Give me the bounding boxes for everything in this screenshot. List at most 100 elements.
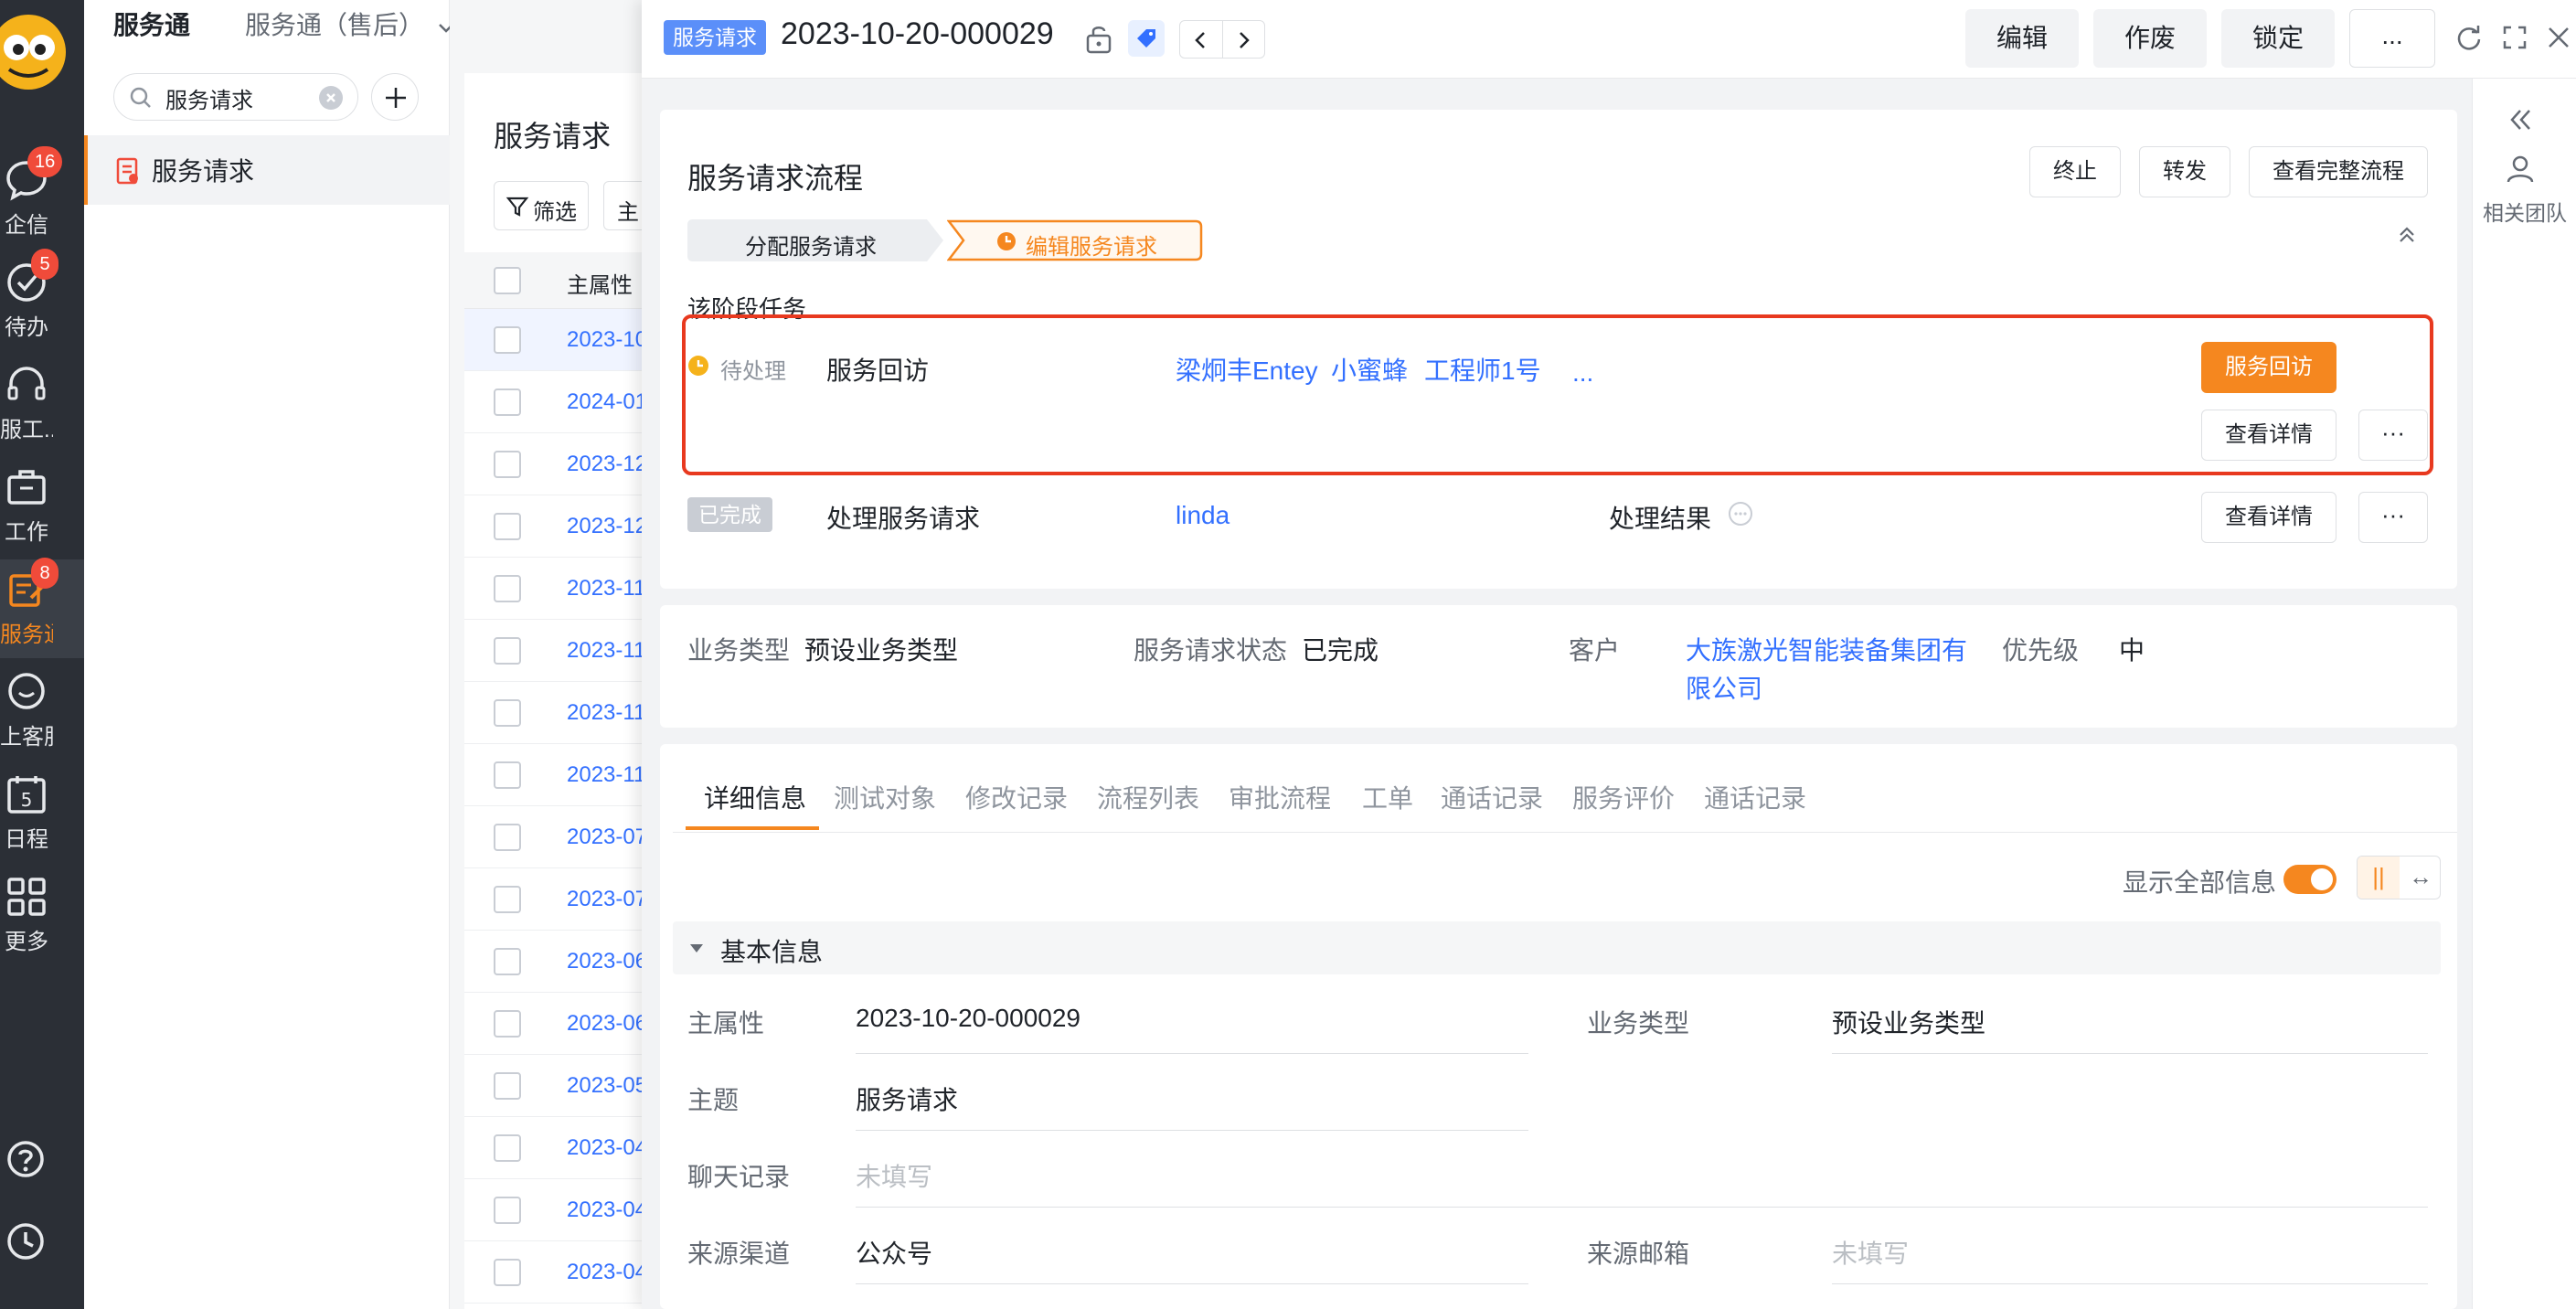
- chevron-right-icon[interactable]: [1233, 30, 1253, 50]
- rail-item-calendar[interactable]: 5 日程: [0, 764, 84, 863]
- more-actions-button[interactable]: ...: [2349, 9, 2435, 68]
- row-main-attr[interactable]: 2023-12: [567, 452, 647, 477]
- collapse-up-icon[interactable]: [2395, 223, 2419, 247]
- clear-search-button[interactable]: [319, 86, 343, 110]
- terminate-button[interactable]: 终止: [2029, 146, 2121, 197]
- row-main-attr[interactable]: 2023-11: [567, 576, 645, 601]
- assignee-link[interactable]: 工程师1号: [1424, 351, 1541, 388]
- tab-item[interactable]: 详细信息: [704, 779, 806, 815]
- task-more-button[interactable]: ···: [2358, 410, 2428, 461]
- tab-item[interactable]: 测试对象: [834, 779, 936, 815]
- tab-item[interactable]: 修改记录: [965, 779, 1068, 815]
- row-checkbox[interactable]: [494, 761, 521, 789]
- row-checkbox[interactable]: [494, 513, 521, 540]
- filter-button[interactable]: 筛选: [494, 181, 589, 230]
- refresh-icon[interactable]: [2455, 24, 2483, 51]
- rail-item-service[interactable]: 服工...: [0, 355, 84, 453]
- row-main-attr[interactable]: 2023-07: [567, 825, 647, 850]
- row-checkbox[interactable]: [494, 326, 521, 354]
- row-checkbox[interactable]: [494, 824, 521, 851]
- view-full-flow-button[interactable]: 查看完整流程: [2249, 146, 2428, 197]
- view-detail-button[interactable]: 查看详情: [2201, 410, 2336, 461]
- tab-item[interactable]: 通话记录: [1441, 779, 1543, 815]
- assignee-link[interactable]: linda: [1176, 501, 1229, 530]
- rail-item-todo[interactable]: 5 待办: [0, 249, 84, 351]
- related-team-label[interactable]: 相关团队: [2475, 196, 2574, 227]
- row-checkbox[interactable]: [494, 699, 521, 727]
- task-status-badge: 已完成: [687, 497, 772, 532]
- show-all-toggle[interactable]: [2283, 865, 2336, 894]
- row-checkbox[interactable]: [494, 948, 521, 975]
- row-checkbox[interactable]: [494, 1197, 521, 1224]
- rail-item-online-support[interactable]: 上客服: [0, 662, 84, 761]
- view-detail-button[interactable]: 查看详情: [2201, 492, 2336, 543]
- label-tag-button[interactable]: [1128, 20, 1165, 57]
- rail-item-chat[interactable]: 16 企信: [0, 146, 84, 249]
- help-icon[interactable]: [5, 1139, 46, 1179]
- select-all-checkbox[interactable]: [494, 267, 521, 294]
- row-checkbox[interactable]: [494, 575, 521, 602]
- comment-dots-icon[interactable]: [1728, 501, 1753, 527]
- edit-button[interactable]: 编辑: [1965, 9, 2079, 68]
- app-tab-service[interactable]: 服务通: [113, 5, 190, 42]
- row-checkbox[interactable]: [494, 388, 521, 416]
- tab-item[interactable]: 通话记录: [1704, 779, 1806, 815]
- forward-button[interactable]: 转发: [2139, 146, 2230, 197]
- close-icon[interactable]: [2545, 24, 2572, 51]
- assignee-link[interactable]: 梁炯丰Entey: [1176, 351, 1318, 388]
- row-main-attr[interactable]: 2023-12: [567, 514, 647, 539]
- void-button[interactable]: 作废: [2093, 9, 2207, 68]
- tab-item[interactable]: 工单: [1362, 779, 1413, 815]
- fullscreen-icon[interactable]: [2501, 24, 2528, 51]
- row-main-attr[interactable]: 2023-04: [567, 1197, 647, 1223]
- row-checkbox[interactable]: [494, 1010, 521, 1038]
- double-chevron-left-icon[interactable]: [2507, 106, 2534, 133]
- assignee-link[interactable]: 小蜜蜂: [1331, 351, 1408, 388]
- add-button[interactable]: [371, 73, 419, 121]
- chevron-left-icon[interactable]: [1191, 30, 1211, 50]
- row-checkbox[interactable]: [494, 1134, 521, 1162]
- flow-step-edit[interactable]: 编辑服务请求: [947, 219, 1203, 261]
- rail-item-service-hub[interactable]: 8 服务通: [0, 558, 84, 658]
- row-checkbox[interactable]: [494, 1072, 521, 1100]
- row-main-attr[interactable]: 2023-05: [567, 1073, 647, 1099]
- rail-item-work[interactable]: 工作: [0, 457, 84, 556]
- tab-item[interactable]: 流程列表: [1097, 779, 1199, 815]
- search-input[interactable]: [165, 81, 303, 114]
- flow-step-assign[interactable]: 分配服务请求: [687, 219, 945, 261]
- rail-label: 服务通: [0, 623, 53, 647]
- lock-button[interactable]: 锁定: [2221, 9, 2335, 68]
- unlock-icon[interactable]: [1084, 22, 1113, 55]
- row-main-attr[interactable]: 2023-04: [567, 1260, 647, 1285]
- row-main-attr[interactable]: 2023-07: [567, 887, 647, 912]
- task-more-button[interactable]: ···: [2358, 492, 2428, 543]
- row-main-attr[interactable]: 2023-06: [567, 1011, 647, 1037]
- field-value: 预设业务类型: [1832, 1009, 1986, 1038]
- tab-item[interactable]: 审批流程: [1229, 779, 1331, 815]
- row-checkbox[interactable]: [494, 637, 521, 665]
- stretch-icon[interactable]: ↔: [2400, 857, 2440, 899]
- row-checkbox[interactable]: [494, 886, 521, 913]
- tab-item[interactable]: 服务评价: [1572, 779, 1675, 815]
- row-main-attr[interactable]: 2023-11: [567, 700, 645, 726]
- row-main-attr[interactable]: 2023-06: [567, 949, 647, 974]
- customer-link[interactable]: 大族激光智能装备集团有: [1686, 631, 1967, 667]
- service-visit-button[interactable]: 服务回访: [2201, 342, 2336, 393]
- row-main-attr[interactable]: 2023-04: [567, 1135, 647, 1161]
- row-main-attr[interactable]: 2024-01: [567, 389, 647, 415]
- row-main-attr[interactable]: 2023-11: [567, 762, 645, 788]
- history-icon[interactable]: [5, 1221, 46, 1261]
- section-basic-info[interactable]: 基本信息: [673, 921, 2441, 974]
- sidebar-item-label: 服务请求: [152, 157, 255, 186]
- two-column-icon[interactable]: ||: [2358, 857, 2400, 899]
- app-tab-after-sales[interactable]: 服务通（售后）: [245, 5, 457, 42]
- rail-item-more[interactable]: 更多: [0, 867, 84, 965]
- more-assignees-link[interactable]: ...: [1572, 358, 1593, 388]
- sidebar-item-service-request[interactable]: 服务请求: [84, 135, 450, 205]
- row-main-attr[interactable]: 2023-10: [567, 327, 647, 353]
- row-main-attr[interactable]: 2023-11: [567, 638, 645, 664]
- row-checkbox[interactable]: [494, 451, 521, 478]
- row-checkbox[interactable]: [494, 1259, 521, 1286]
- customer-link-cont[interactable]: 限公司: [1686, 669, 1762, 706]
- team-icon[interactable]: [2505, 154, 2536, 185]
